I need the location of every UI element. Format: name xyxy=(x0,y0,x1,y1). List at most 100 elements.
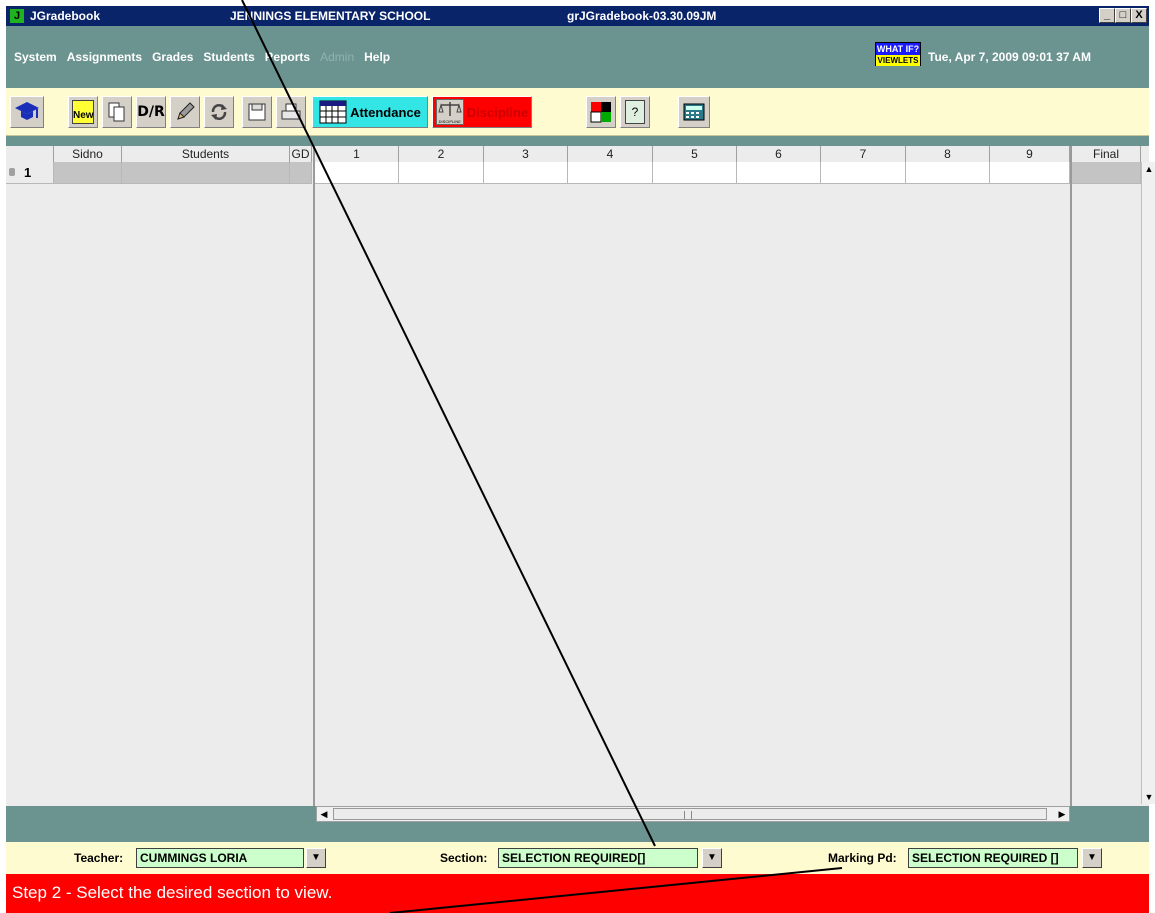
attendance-button[interactable]: Attendance xyxy=(312,96,428,128)
color-button[interactable] xyxy=(586,96,616,128)
teacher-dropdown-icon[interactable]: ▼ xyxy=(306,848,326,868)
col-header-6[interactable]: 6 xyxy=(737,146,821,162)
grid-header-strip xyxy=(6,136,1149,146)
menu-students[interactable]: Students xyxy=(203,50,254,64)
cell-assignment-3[interactable] xyxy=(484,162,568,184)
cell-final[interactable] xyxy=(1072,162,1141,184)
cell-assignment-5[interactable] xyxy=(653,162,737,184)
row-header-corner xyxy=(6,146,54,162)
menu-reports[interactable]: Reports xyxy=(265,50,310,64)
color-grid-icon xyxy=(590,102,611,123)
version-label: grJGradebook-03.30.09JM xyxy=(567,9,717,23)
cell-assignment-9[interactable] xyxy=(990,162,1070,184)
section-label: Section: xyxy=(440,851,488,865)
teacher-label: Teacher: xyxy=(74,851,124,865)
printer-icon xyxy=(281,103,301,120)
save-button[interactable] xyxy=(242,96,272,128)
menu-bar: System Assignments Grades Students Repor… xyxy=(6,26,1149,88)
menu-assignments[interactable]: Assignments xyxy=(67,50,142,64)
help-icon: ? xyxy=(625,100,645,124)
calculator-button[interactable] xyxy=(678,96,710,128)
final-panel-divider xyxy=(1070,146,1072,806)
cell-student-name[interactable] xyxy=(122,162,290,184)
cell-gd[interactable] xyxy=(290,162,312,184)
copy-button[interactable] xyxy=(102,96,132,128)
calendar-icon xyxy=(319,100,347,124)
col-header-5[interactable]: 5 xyxy=(653,146,737,162)
menu-admin: Admin xyxy=(320,50,355,64)
discipline-button[interactable]: DISCIPLINE Discipline xyxy=(432,96,532,128)
print-button[interactable] xyxy=(276,96,306,128)
toolbar: New D/R Attendance DISCIPLINE Discipline… xyxy=(6,88,1149,136)
col-header-7[interactable]: 7 xyxy=(821,146,906,162)
col-header-1[interactable]: 1 xyxy=(315,146,399,162)
menu-grades[interactable]: Grades xyxy=(152,50,193,64)
pencil-icon xyxy=(177,102,195,120)
school-name: JENNINGS ELEMENTARY SCHOOL xyxy=(230,9,431,23)
viewlets-label: VIEWLETS xyxy=(876,55,920,66)
cell-assignment-8[interactable] xyxy=(906,162,990,184)
datetime-display: Tue, Apr 7, 2009 09:01 37 AM xyxy=(928,50,1091,64)
col-header-gd[interactable]: GD xyxy=(290,146,312,162)
selection-bar: Teacher: CUMMINGS LORIA ▼ Section: SELEC… xyxy=(6,842,1149,874)
col-header-3[interactable]: 3 xyxy=(484,146,568,162)
edit-button[interactable] xyxy=(170,96,200,128)
col-header-8[interactable]: 8 xyxy=(906,146,990,162)
gradebook-grid: Sidno Students GD 1 2 3 4 5 6 7 8 9 Fina… xyxy=(6,136,1155,806)
col-header-students[interactable]: Students xyxy=(122,146,290,162)
discipline-label: Discipline xyxy=(466,104,529,120)
cell-assignment-7[interactable] xyxy=(821,162,906,184)
whatif-viewlets-button[interactable]: WHAT IF? VIEWLETS xyxy=(875,42,921,66)
scroll-up-icon[interactable]: ▲ xyxy=(1144,164,1154,174)
scales-icon: DISCIPLINE xyxy=(435,99,464,125)
cell-sidno[interactable] xyxy=(54,162,122,184)
help-button[interactable]: ? xyxy=(620,96,650,128)
copy-icon xyxy=(108,102,125,122)
horizontal-scroll-thumb[interactable] xyxy=(333,808,1047,820)
status-message: Step 2 - Select the desired section to v… xyxy=(6,874,1149,913)
minimize-button[interactable]: _ xyxy=(1099,8,1115,23)
section-dropdown-icon[interactable]: ▼ xyxy=(702,848,722,868)
home-button[interactable] xyxy=(10,96,44,128)
col-header-4[interactable]: 4 xyxy=(568,146,653,162)
cell-assignment-1[interactable] xyxy=(315,162,399,184)
marking-period-label: Marking Pd: xyxy=(828,851,897,865)
save-icon xyxy=(248,103,266,121)
col-header-9[interactable]: 9 xyxy=(990,146,1070,162)
menu-help[interactable]: Help xyxy=(364,50,390,64)
section-select[interactable]: SELECTION REQUIRED[] xyxy=(498,848,698,868)
whatif-label: WHAT IF? xyxy=(876,44,920,54)
maximize-button[interactable]: □ xyxy=(1115,8,1131,23)
cell-assignment-4[interactable] xyxy=(568,162,653,184)
title-bar: J JGradebook JENNINGS ELEMENTARY SCHOOL … xyxy=(6,6,1149,26)
graduation-cap-icon xyxy=(15,102,39,120)
frozen-panel-divider xyxy=(313,146,315,806)
scroll-grip-icon xyxy=(684,811,692,819)
scroll-left-icon[interactable]: ◀ xyxy=(317,807,331,821)
marking-period-select[interactable]: SELECTION REQUIRED [] xyxy=(908,848,1078,868)
dr-button[interactable]: D/R xyxy=(136,96,166,128)
col-header-2[interactable]: 2 xyxy=(399,146,484,162)
horizontal-scrollbar[interactable]: ◀ ▶ xyxy=(316,806,1070,822)
marking-period-dropdown-icon[interactable]: ▼ xyxy=(1082,848,1102,868)
col-header-final[interactable]: Final xyxy=(1072,146,1141,162)
row-pointer-icon xyxy=(9,168,15,176)
scroll-down-icon[interactable]: ▼ xyxy=(1144,792,1154,802)
scroll-right-icon[interactable]: ▶ xyxy=(1055,807,1069,821)
new-icon: New xyxy=(72,100,94,124)
cell-assignment-2[interactable] xyxy=(399,162,484,184)
cell-assignment-6[interactable] xyxy=(737,162,821,184)
app-logo-icon: J xyxy=(10,9,24,23)
col-header-sidno[interactable]: Sidno xyxy=(54,146,122,162)
new-button[interactable]: New xyxy=(68,96,98,128)
app-title: JGradebook xyxy=(30,9,101,23)
menu-system[interactable]: System xyxy=(14,50,57,64)
refresh-button[interactable] xyxy=(204,96,234,128)
close-button[interactable]: X xyxy=(1131,8,1147,23)
dr-icon: D/R xyxy=(137,104,165,120)
attendance-label: Attendance xyxy=(350,104,421,120)
vertical-scrollbar[interactable]: ▲ ▼ xyxy=(1141,162,1155,804)
refresh-icon xyxy=(211,104,227,120)
calculator-icon xyxy=(683,103,705,121)
teacher-select[interactable]: CUMMINGS LORIA xyxy=(136,848,304,868)
